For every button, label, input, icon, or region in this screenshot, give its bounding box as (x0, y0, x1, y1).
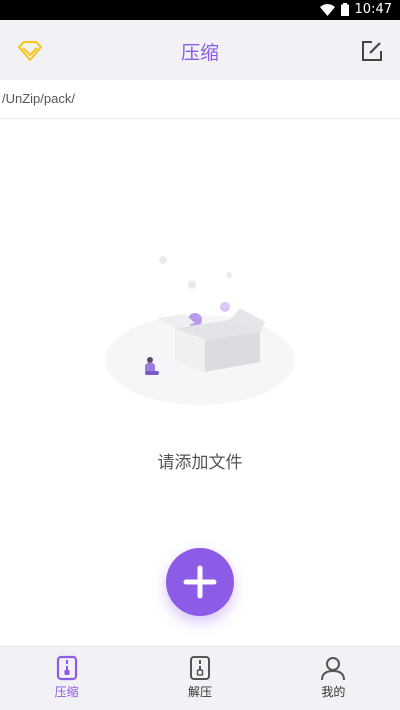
app-bar: 压缩 (0, 20, 400, 80)
empty-state: 请添加文件 (0, 240, 400, 480)
add-file-button[interactable] (166, 548, 234, 616)
unzip-file-icon (189, 656, 210, 680)
battery-icon (340, 3, 349, 16)
nav-item-mine[interactable]: 我的 (267, 647, 400, 710)
status-time: 10:47 (354, 2, 392, 17)
edit-button[interactable] (356, 35, 388, 67)
page-title: 压缩 (180, 42, 219, 64)
empty-message: 请添加文件 (157, 453, 243, 473)
wifi-icon (319, 3, 335, 16)
edit-icon (362, 41, 382, 61)
bottom-nav: 压缩 解压 我的 (0, 646, 400, 710)
zip-file-icon (56, 655, 77, 681)
path-text: /UnZip/pack/ (2, 91, 75, 106)
nav-label-mine: 我的 (321, 685, 346, 699)
empty-box-illustration (105, 256, 295, 405)
user-icon (321, 657, 346, 681)
path-breadcrumb: /UnZip/pack/ (0, 80, 400, 119)
nav-item-compress[interactable]: 压缩 (0, 647, 133, 710)
nav-label-compress: 压缩 (54, 685, 79, 699)
nav-item-extract[interactable]: 解压 (133, 647, 266, 710)
status-bar: 10:47 (0, 0, 400, 20)
plus-icon (183, 565, 217, 599)
nav-label-extract: 解压 (187, 685, 212, 699)
